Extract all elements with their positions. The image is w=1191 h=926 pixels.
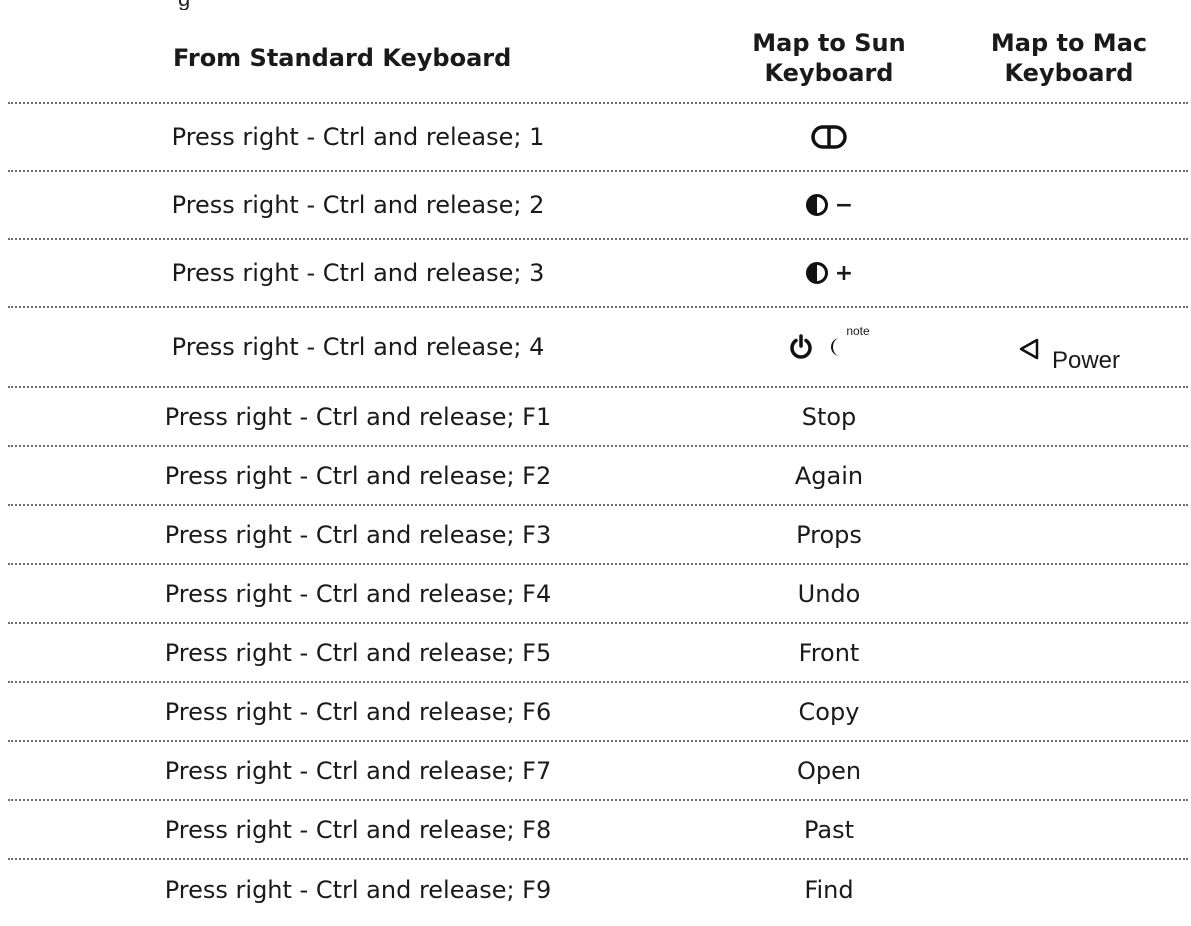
from-key-cell: Press right - Ctrl and release; F3: [8, 521, 708, 549]
sun-key-cell: Undo: [708, 580, 950, 608]
from-key-cell: Press right - Ctrl and release; F9: [8, 876, 708, 904]
from-key-label: Press right - Ctrl and release; F1: [164, 402, 552, 431]
table-row: Press right - Ctrl and release; F1 Stop: [8, 388, 1188, 447]
table-row: Press right - Ctrl and release; F2 Again: [8, 447, 1188, 506]
from-key-label: Press right - Ctrl and release; F2: [164, 461, 552, 490]
table-row: Press right - Ctrl and release; F6 Copy: [8, 683, 1188, 742]
mac-key-cell: Power: [950, 333, 1188, 374]
sun-key-cell: [708, 124, 950, 150]
sun-key-label: Undo: [797, 579, 861, 608]
sun-key-label: Again: [794, 461, 864, 490]
from-key-label: Press right - Ctrl and release; F7: [164, 756, 552, 785]
sun-key-label: Past: [803, 815, 854, 844]
clipped-caption: g: [0, 0, 1191, 10]
from-key-label: Press right - Ctrl and release; F9: [164, 875, 552, 904]
sun-key-label: Stop: [801, 402, 857, 431]
mac-power-label: Power: [1051, 347, 1121, 374]
from-key-label: Press right - Ctrl and release; F6: [164, 697, 552, 726]
from-key-cell: Press right - Ctrl and release; 3: [8, 259, 708, 287]
from-key-cell: Press right - Ctrl and release; F7: [8, 757, 708, 785]
header-from-standard: From Standard Keyboard: [173, 44, 512, 72]
sun-key-cell: Find: [708, 876, 950, 904]
from-key-label: Press right - Ctrl and release; 4: [171, 333, 545, 361]
footnote-marker: note: [846, 324, 870, 338]
header-map-to-mac: Map to Mac Keyboard: [950, 28, 1188, 88]
sleep-moon-icon: [830, 336, 842, 358]
table-header: From Standard Keyboard Map to Sun Keyboa…: [8, 14, 1188, 104]
sun-key-cell: Past: [708, 816, 950, 844]
mute-icon: [811, 124, 847, 150]
sun-key-label: Copy: [798, 697, 860, 726]
table-row: Press right - Ctrl and release; F5 Front: [8, 624, 1188, 683]
from-key-label: Press right - Ctrl and release; F5: [164, 638, 552, 667]
sun-key-cell: note: [708, 324, 950, 360]
sun-key-cell: Stop: [708, 403, 950, 431]
table-row: Press right - Ctrl and release; F8 Past: [8, 801, 1188, 860]
volume-down-sign: −: [834, 192, 854, 218]
table-row: Press right - Ctrl and release; 4 note P…: [8, 308, 1188, 388]
header-sun-line1: Map to Sun: [752, 29, 906, 57]
from-key-label: Press right - Ctrl and release; 2: [171, 191, 545, 219]
from-key-cell: Press right - Ctrl and release; F8: [8, 816, 708, 844]
sun-key-cell: Copy: [708, 698, 950, 726]
sun-key-cell: −: [708, 193, 950, 218]
table-row: Press right - Ctrl and release; 2 −: [8, 172, 1188, 240]
from-key-label: Press right - Ctrl and release; F3: [164, 520, 552, 549]
power-icon: [788, 334, 814, 360]
from-key-label: Press right - Ctrl and release; 1: [171, 123, 545, 151]
header-mac-line1: Map to Mac: [990, 29, 1148, 57]
sun-key-label: Open: [796, 756, 862, 785]
header-map-to-sun: Map to Sun Keyboard: [708, 28, 950, 88]
from-key-cell: Press right - Ctrl and release; F2: [8, 462, 708, 490]
power-triangle-icon: [1018, 337, 1040, 361]
sun-key-cell: Open: [708, 757, 950, 785]
from-key-cell: Press right - Ctrl and release; 1: [8, 123, 708, 151]
from-key-cell: Press right - Ctrl and release; F6: [8, 698, 708, 726]
sun-key-label: Front: [798, 638, 860, 667]
sun-key-label: Find: [804, 875, 854, 904]
sun-key-label: Props: [796, 520, 862, 549]
volume-down-icon: [805, 193, 829, 217]
table-row: Press right - Ctrl and release; 1: [8, 104, 1188, 172]
from-key-cell: Press right - Ctrl and release; 2: [8, 191, 708, 219]
from-key-label: Press right - Ctrl and release; 3: [171, 259, 545, 287]
from-key-cell: Press right - Ctrl and release; F1: [8, 403, 708, 431]
from-key-cell: Press right - Ctrl and release; F4: [8, 580, 708, 608]
volume-up-sign: +: [834, 260, 854, 286]
table-row: Press right - Ctrl and release; F7 Open: [8, 742, 1188, 801]
from-key-cell: Press right - Ctrl and release; 4: [8, 333, 708, 361]
volume-up-icon: [805, 261, 829, 285]
from-key-label: Press right - Ctrl and release; F4: [164, 579, 552, 608]
key-mapping-table: From Standard Keyboard Map to Sun Keyboa…: [8, 14, 1188, 919]
table-row: Press right - Ctrl and release; F3 Props: [8, 506, 1188, 565]
table-row: Press right - Ctrl and release; F9 Find: [8, 860, 1188, 919]
from-key-cell: Press right - Ctrl and release; F5: [8, 639, 708, 667]
from-key-label: Press right - Ctrl and release; F8: [164, 815, 552, 844]
sun-key-cell: Again: [708, 462, 950, 490]
table-row: Press right - Ctrl and release; 3 +: [8, 240, 1188, 308]
sun-key-cell: +: [708, 261, 950, 286]
table-row: Press right - Ctrl and release; F4 Undo: [8, 565, 1188, 624]
header-mac-line2: Keyboard: [1004, 59, 1134, 87]
sun-key-cell: Front: [708, 639, 950, 667]
header-sun-line2: Keyboard: [764, 59, 894, 87]
sun-key-cell: Props: [708, 521, 950, 549]
